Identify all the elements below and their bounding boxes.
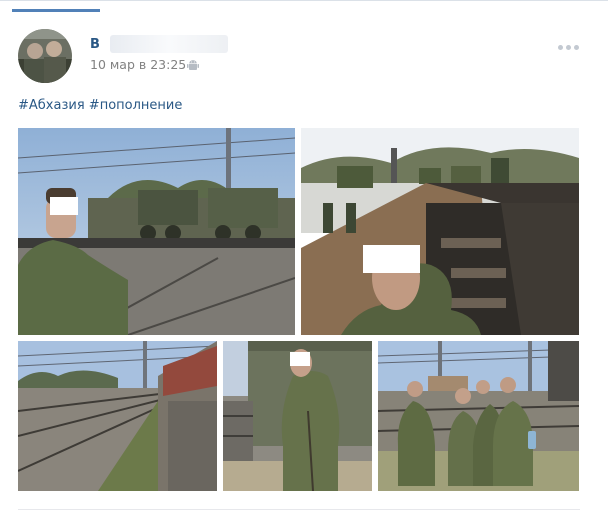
face-censor-box bbox=[363, 245, 420, 273]
photo-2[interactable] bbox=[301, 128, 579, 335]
post-date[interactable]: 10 мар в 23:25 bbox=[90, 57, 186, 72]
author-name-redaction bbox=[110, 35, 228, 53]
face-censor-box bbox=[290, 352, 310, 366]
hashtag-replenishment[interactable]: #пополнение bbox=[89, 98, 183, 113]
hashtags: #Абхазия #пополнение bbox=[18, 98, 182, 113]
face-censor-box bbox=[50, 197, 78, 215]
author-name[interactable]: В bbox=[90, 37, 100, 52]
hashtag-abkhazia[interactable]: #Абхазия bbox=[18, 98, 85, 113]
photo-1[interactable] bbox=[18, 128, 295, 335]
more-dots-icon[interactable] bbox=[558, 40, 580, 54]
avatar[interactable] bbox=[18, 29, 72, 83]
photo-3[interactable] bbox=[18, 341, 217, 491]
android-icon bbox=[186, 57, 200, 71]
active-tab-indicator bbox=[12, 9, 100, 12]
photo-5[interactable] bbox=[378, 341, 579, 491]
post-bottom-divider bbox=[18, 509, 580, 510]
photo-4[interactable] bbox=[223, 341, 372, 491]
card-top-border bbox=[0, 0, 608, 1]
